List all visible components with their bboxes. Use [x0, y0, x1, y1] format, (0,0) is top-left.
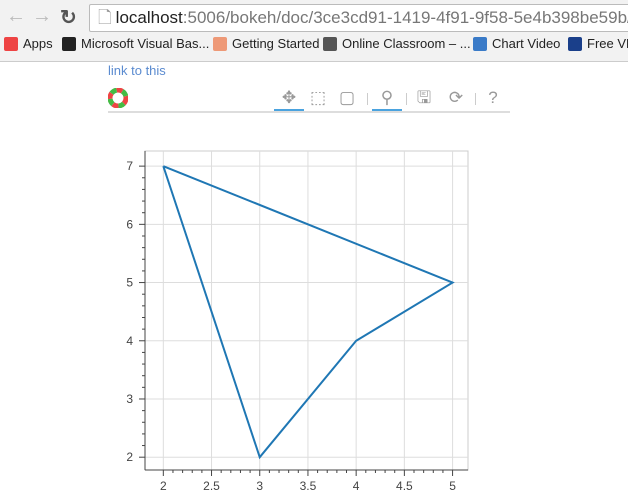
plot-frame: [144, 150, 469, 471]
y-tick-label: 5: [126, 276, 133, 290]
y-tick-label: 4: [126, 334, 133, 348]
x-tick-label: 3.5: [300, 479, 317, 493]
x-tick-label: 4: [353, 479, 360, 493]
x-tick-label: 2: [160, 479, 167, 493]
x-tick-label: 2.5: [203, 479, 220, 493]
y-tick-label: 2: [126, 450, 133, 464]
y-tick-label: 7: [126, 159, 133, 173]
x-tick-label: 5: [449, 479, 456, 493]
x-tick-label: 4.5: [396, 479, 413, 493]
y-tick-label: 6: [126, 217, 133, 231]
line-plot[interactable]: 2 2.5 3 3.5 4 4.5 5 2 3 4 5 6 7: [0, 0, 628, 503]
x-tick-label: 3: [256, 479, 263, 493]
y-tick-label: 3: [126, 392, 133, 406]
